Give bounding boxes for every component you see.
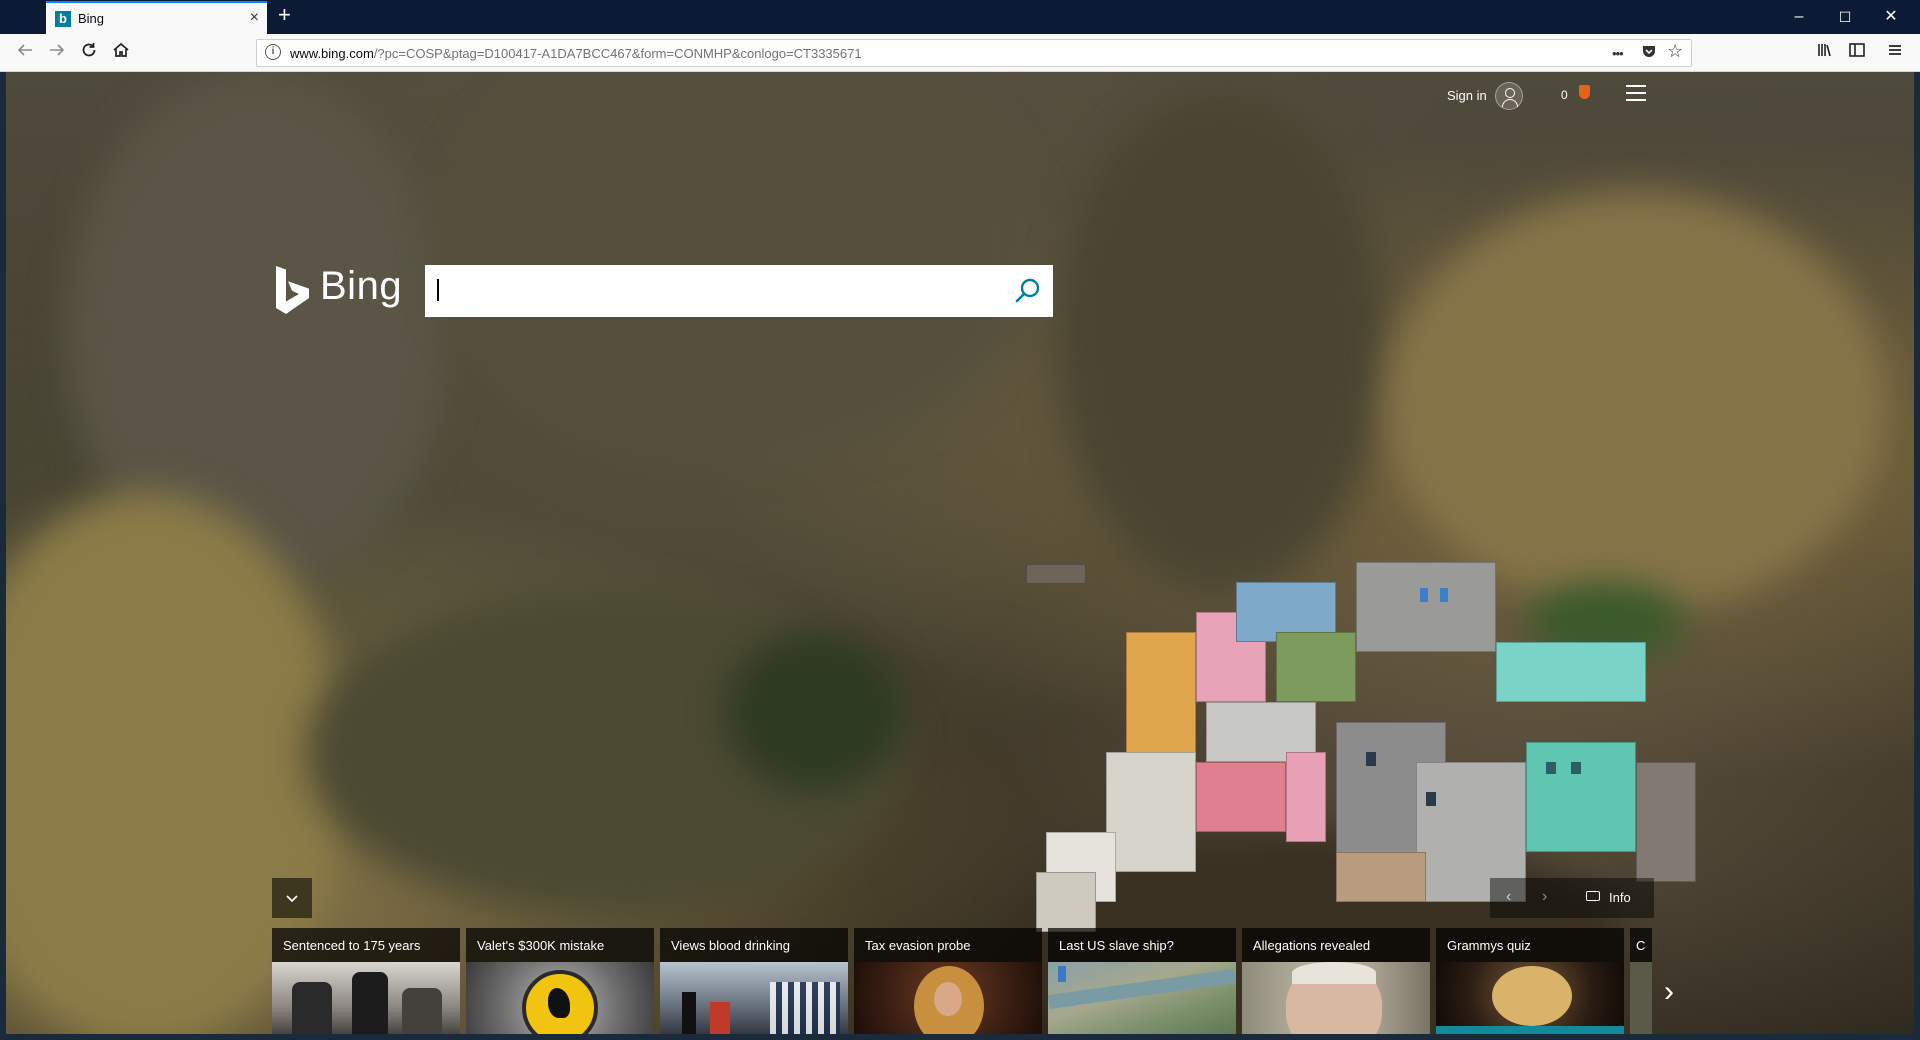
maximize-button[interactable]: ☐ — [1822, 0, 1868, 34]
forward-arrow-icon[interactable] — [44, 40, 70, 66]
news-title: Grammys quiz — [1436, 928, 1624, 962]
news-title: Views blood drinking — [660, 928, 848, 962]
news-card[interactable]: Grammys quiz — [1436, 928, 1624, 1034]
url-text: www.bing.com/?pc=COSP&ptag=D100417-A1DA7… — [290, 46, 862, 61]
rewards-medal-icon[interactable] — [1579, 85, 1590, 99]
back-arrow-icon[interactable] — [12, 40, 38, 66]
news-card[interactable]: Sentenced to 175 years — [272, 928, 460, 1034]
page-actions-icon[interactable]: ••• — [1612, 46, 1624, 61]
close-tab-icon[interactable]: × — [250, 9, 259, 27]
house — [1336, 852, 1426, 902]
news-card[interactable]: Last US slave ship? — [1048, 928, 1236, 1034]
close-window-button[interactable]: ✕ — [1868, 0, 1914, 34]
mountain-ridge — [1056, 92, 1386, 592]
tab-title: Bing — [78, 11, 105, 26]
house — [1026, 564, 1086, 584]
new-tab-button[interactable]: + — [278, 4, 291, 26]
news-title: Tax evasion probe — [854, 928, 1042, 962]
menu-icon[interactable] — [1882, 40, 1908, 66]
mountain-ridge — [1386, 192, 1886, 612]
sign-in-link[interactable]: Sign in — [1447, 88, 1487, 103]
reload-icon[interactable] — [76, 40, 102, 66]
house — [1636, 762, 1696, 882]
bing-logo-icon[interactable] — [272, 264, 312, 321]
house — [1496, 642, 1646, 702]
news-card[interactable]: Valet's $300K mistake — [466, 928, 654, 1034]
window — [1546, 762, 1556, 774]
text-caret — [437, 279, 439, 301]
browser-window: b Bing × + – ☐ ✕ i www.bing.com/?pc=COSP… — [0, 0, 1920, 1040]
previous-image-button[interactable]: ‹ — [1506, 888, 1511, 906]
news-title: C — [1630, 928, 1652, 962]
window — [1426, 792, 1436, 806]
bing-homepage: Sign in 0 Bing ‹ › Info Sentenced to 175… — [6, 72, 1914, 1034]
news-card[interactable]: Views blood drinking — [660, 928, 848, 1034]
house — [1036, 872, 1096, 932]
sidebar-icon[interactable] — [1844, 40, 1870, 66]
expand-button[interactable] — [272, 878, 312, 918]
news-card[interactable]: Allegations revealed — [1242, 928, 1430, 1034]
url-host: www.bing.com — [290, 46, 374, 61]
pocket-icon[interactable] — [1641, 43, 1657, 64]
bing-logo-text[interactable]: Bing — [320, 264, 402, 309]
tab-bar: b Bing × + – ☐ ✕ — [0, 0, 1920, 34]
search-input[interactable] — [425, 265, 1053, 317]
house — [1286, 752, 1326, 842]
user-avatar-icon[interactable] — [1495, 82, 1523, 110]
site-info-icon[interactable]: i — [265, 44, 281, 60]
library-icon[interactable] — [1812, 40, 1838, 66]
url-path: /?pc=COSP&ptag=D100417-A1DA7BCC467&form=… — [373, 46, 862, 61]
window — [1440, 588, 1448, 602]
news-thumbnail — [854, 962, 1042, 1034]
news-title: Allegations revealed — [1242, 928, 1430, 962]
hamburger-menu-icon[interactable] — [1626, 85, 1646, 101]
image-carousel-controls: ‹ › Info — [1490, 878, 1654, 918]
tab-bing[interactable]: b Bing × — [46, 1, 267, 34]
house — [1196, 762, 1286, 832]
navigation-toolbar: i www.bing.com/?pc=COSP&ptag=D100417-A1D… — [0, 34, 1920, 72]
chevron-down-icon — [286, 895, 298, 903]
news-next-button[interactable]: › — [1649, 962, 1689, 1022]
tree-cluster — [726, 632, 906, 792]
image-info-link[interactable]: Info — [1609, 890, 1631, 905]
news-title: Last US slave ship? — [1048, 928, 1236, 962]
bookmark-star-icon[interactable]: ☆ — [1667, 41, 1683, 62]
camera-icon[interactable] — [1586, 891, 1600, 901]
next-image-button[interactable]: › — [1542, 888, 1547, 906]
news-thumbnail — [1048, 962, 1236, 1034]
bing-favicon-icon: b — [55, 11, 71, 27]
search-icon[interactable] — [1009, 273, 1045, 309]
window — [1420, 588, 1428, 602]
news-title: Valet's $300K mistake — [466, 928, 654, 962]
news-title: Sentenced to 175 years — [272, 928, 460, 962]
news-card[interactable]: Tax evasion probe — [854, 928, 1042, 1034]
window — [1571, 762, 1581, 774]
news-thumbnail — [1242, 962, 1430, 1034]
house — [1526, 742, 1636, 852]
house — [1106, 752, 1196, 872]
news-thumbnail — [660, 962, 848, 1034]
minimize-button[interactable]: – — [1776, 0, 1822, 34]
window — [1366, 752, 1376, 766]
house — [1276, 632, 1356, 702]
address-bar[interactable]: i www.bing.com/?pc=COSP&ptag=D100417-A1D… — [256, 39, 1692, 67]
news-thumbnail — [1436, 962, 1624, 1034]
home-icon[interactable] — [108, 40, 134, 66]
news-thumbnail — [466, 962, 654, 1034]
news-thumbnail — [272, 962, 460, 1034]
rewards-count[interactable]: 0 — [1561, 88, 1568, 102]
house — [1356, 562, 1496, 652]
